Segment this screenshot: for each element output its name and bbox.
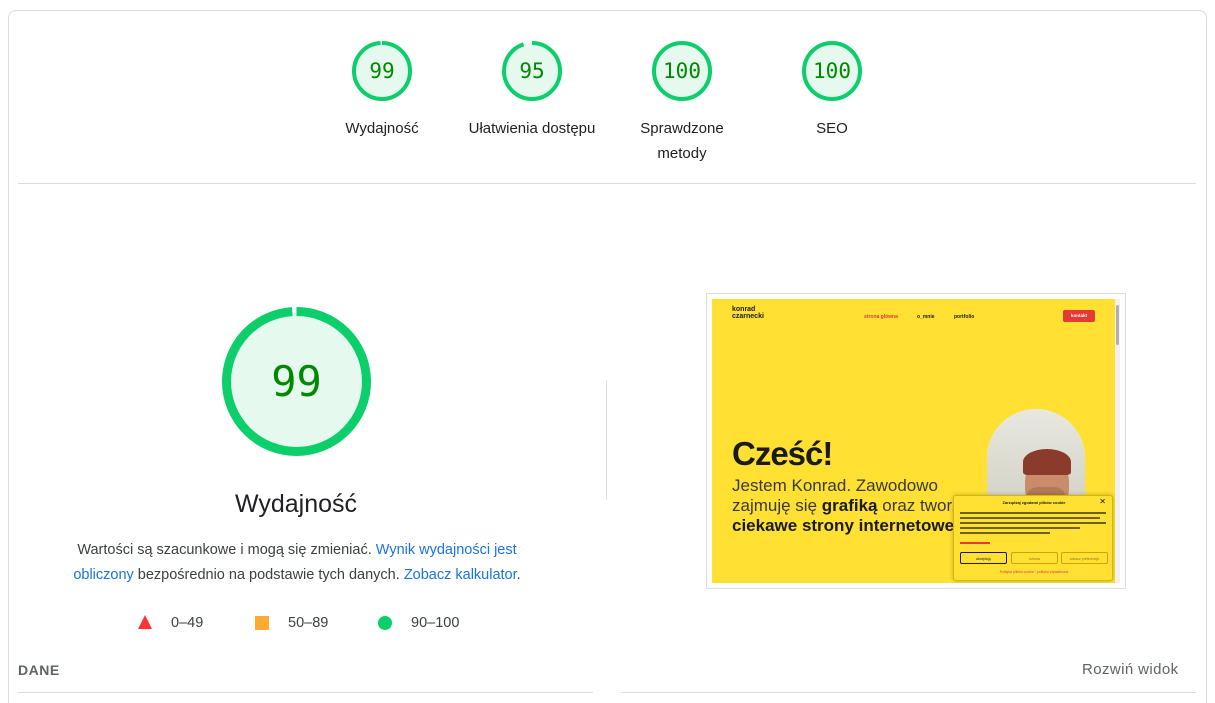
gauge-ring: 95 — [501, 40, 563, 102]
vertical-divider — [606, 380, 607, 500]
expand-view-toggle[interactable]: Rozwiń widok — [1082, 661, 1179, 678]
gauge-label: SEO — [816, 120, 848, 137]
circle-icon — [378, 616, 392, 630]
gauge-label: Ułatwienia dostępu — [468, 120, 596, 137]
square-icon — [255, 616, 269, 630]
close-icon: ✕ — [1099, 497, 1106, 506]
site-cookie-banner: Zarządzaj zgodami plików cookie ✕ akcept… — [953, 495, 1113, 581]
site-logo: konrad czarnecki — [732, 306, 764, 320]
performance-gauge: 99 — [221, 306, 372, 457]
gauge-score: 100 — [663, 59, 701, 83]
site-preview: konrad czarnecki strona główna o_mnie por… — [712, 299, 1120, 583]
gauge-ring: 100 — [801, 40, 863, 102]
performance-title: Wydajność — [234, 490, 358, 518]
gauge-seo[interactable]: 100 SEO — [757, 40, 907, 141]
site-nav-portfolio: portfolio — [954, 314, 975, 320]
triangle-icon — [138, 615, 152, 629]
gauge-score: 99 — [369, 59, 395, 83]
gauge-label: Sprawdzone metody — [640, 120, 724, 162]
site-heading: Cześć! — [732, 435, 833, 472]
gauge-accessibility[interactable]: 95 Ułatwienia dostępu — [457, 40, 607, 141]
cookie-title: Zarządzaj zgodami plików cookie — [1002, 500, 1066, 505]
gauge-ring: 100 — [651, 40, 713, 102]
cookie-footer: Polityka plików cookie · polityka prywat… — [999, 570, 1069, 574]
divider — [621, 692, 1196, 693]
gauge-score: 95 — [519, 59, 545, 83]
cookie-accept: akceptuję — [960, 552, 1007, 564]
metrics-section-label: DANE — [18, 662, 60, 678]
performance-description: Wartości są szacunkowe i mogą się zmieni… — [73, 542, 521, 583]
calculator-link[interactable]: Zobacz kalkulator — [404, 567, 517, 583]
cookie-preferences: zobacz preferencje — [1061, 552, 1108, 564]
divider — [18, 183, 1196, 184]
cookie-deny: odmów — [1011, 552, 1058, 564]
site-contact-button: kontakt — [1063, 310, 1095, 322]
site-nav-home: strona główna — [864, 314, 898, 320]
gauge-ring: 99 — [351, 40, 413, 102]
site-intro: Jestem Konrad. Zawodowo zajmuję się graf… — [732, 476, 971, 535]
category-summary: 99 Wydajność 95 Ułatwienia dostępu 100 S… — [0, 0, 1215, 184]
site-scrollbar — [1115, 299, 1120, 583]
site-nav-about: o_mnie — [917, 314, 935, 320]
gauge-performance[interactable]: 99 Wydajność — [307, 40, 457, 141]
gauge-best-practices[interactable]: 100 Sprawdzone metody — [607, 40, 757, 166]
performance-score: 99 — [271, 357, 322, 406]
divider — [18, 692, 593, 693]
page-screenshot[interactable]: konrad czarnecki strona główna o_mnie por… — [706, 293, 1126, 589]
gauge-score: 100 — [813, 59, 851, 83]
gauge-label: Wydajność — [345, 120, 419, 137]
